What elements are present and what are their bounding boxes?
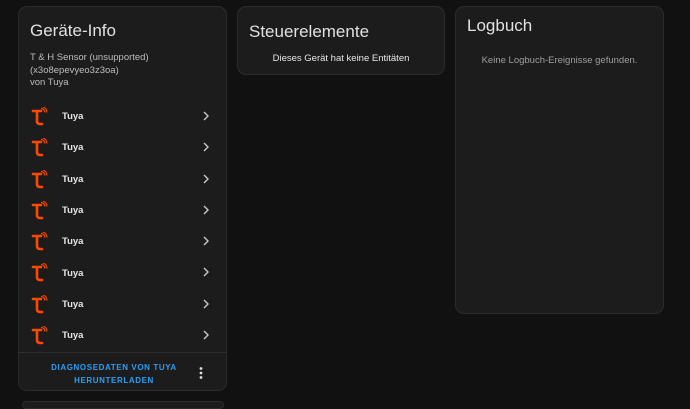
device-info-title: Geräte-Info: [30, 21, 116, 40]
integration-entry-label: Tuya: [62, 267, 84, 279]
integration-entry[interactable]: Tuya: [19, 320, 226, 351]
download-diagnostics-label-line2: HERUNTERLADEN: [74, 376, 154, 385]
integration-entry-label: Tuya: [62, 173, 84, 185]
device-manufacturer: von Tuya: [30, 77, 69, 88]
controls-card: Steuerelemente Dieses Gerät hat keine En…: [237, 6, 445, 75]
integration-entry-label: Tuya: [62, 330, 84, 342]
chevron-right-icon: [203, 142, 209, 152]
controls-title: Steuerelemente: [249, 22, 370, 41]
logbook-card: Logbuch Keine Logbuch-Ereignisse gefunde…: [455, 6, 664, 314]
device-model: T & H Sensor (unsupported): [30, 52, 149, 63]
integration-entry-list: Tuya Tuya Tuya Tuya Tuya Tuya Tuya Tuya: [19, 101, 226, 351]
next-card-edge: [22, 401, 224, 409]
tuya-logo-icon: [31, 294, 48, 314]
device-info-card: Geräte-Info T & H Sensor (unsupported) (…: [18, 6, 227, 391]
tuya-logo-icon: [31, 232, 48, 251]
download-diagnostics-label-line1: DIAGNOSEDATEN VON TUYA: [51, 363, 177, 372]
integration-entry[interactable]: Tuya: [19, 132, 226, 163]
device-details: T & H Sensor (unsupported) (x3o8epevyeo3…: [30, 52, 149, 90]
integration-entry-label: Tuya: [62, 205, 84, 217]
chevron-right-icon: [203, 330, 209, 340]
chevron-right-icon: [203, 236, 209, 246]
integration-entry-label: Tuya: [62, 298, 84, 310]
device-id: (x3o8epevyeo3z3oa): [30, 64, 119, 76]
tuya-logo-icon: [31, 200, 48, 220]
download-diagnostics-button[interactable]: DIAGNOSEDATEN VON TUYA HERUNTERLADEN: [29, 361, 199, 387]
integration-entry[interactable]: Tuya: [19, 289, 226, 320]
integration-entry[interactable]: Tuya: [19, 164, 226, 195]
integration-entry-label: Tuya: [62, 111, 84, 123]
integration-entry[interactable]: Tuya: [19, 195, 226, 226]
chevron-right-icon: [203, 267, 209, 277]
chevron-right-icon: [203, 174, 209, 184]
card-actions-divider: [19, 352, 226, 353]
integration-entry[interactable]: Tuya: [19, 101, 226, 132]
tuya-logo-icon: [31, 263, 48, 282]
more-vert-icon[interactable]: [194, 366, 208, 380]
chevron-right-icon: [203, 205, 209, 215]
tuya-logo-icon: [31, 138, 48, 157]
integration-entry[interactable]: Tuya: [19, 257, 226, 288]
tuya-logo-icon: [31, 169, 48, 188]
logbook-empty-message: Keine Logbuch-Ereignisse gefunden.: [481, 55, 638, 66]
integration-entry-label: Tuya: [62, 142, 84, 154]
chevron-right-icon: [203, 111, 209, 121]
tuya-logo-icon: [31, 107, 48, 126]
tuya-logo-icon: [31, 326, 48, 345]
chevron-right-icon: [203, 299, 209, 309]
controls-empty-message: Dieses Gerät hat keine Entitäten: [272, 53, 410, 64]
integration-entry-label: Tuya: [62, 236, 84, 248]
integration-entry[interactable]: Tuya: [19, 226, 226, 257]
logbook-title: Logbuch: [467, 16, 533, 35]
